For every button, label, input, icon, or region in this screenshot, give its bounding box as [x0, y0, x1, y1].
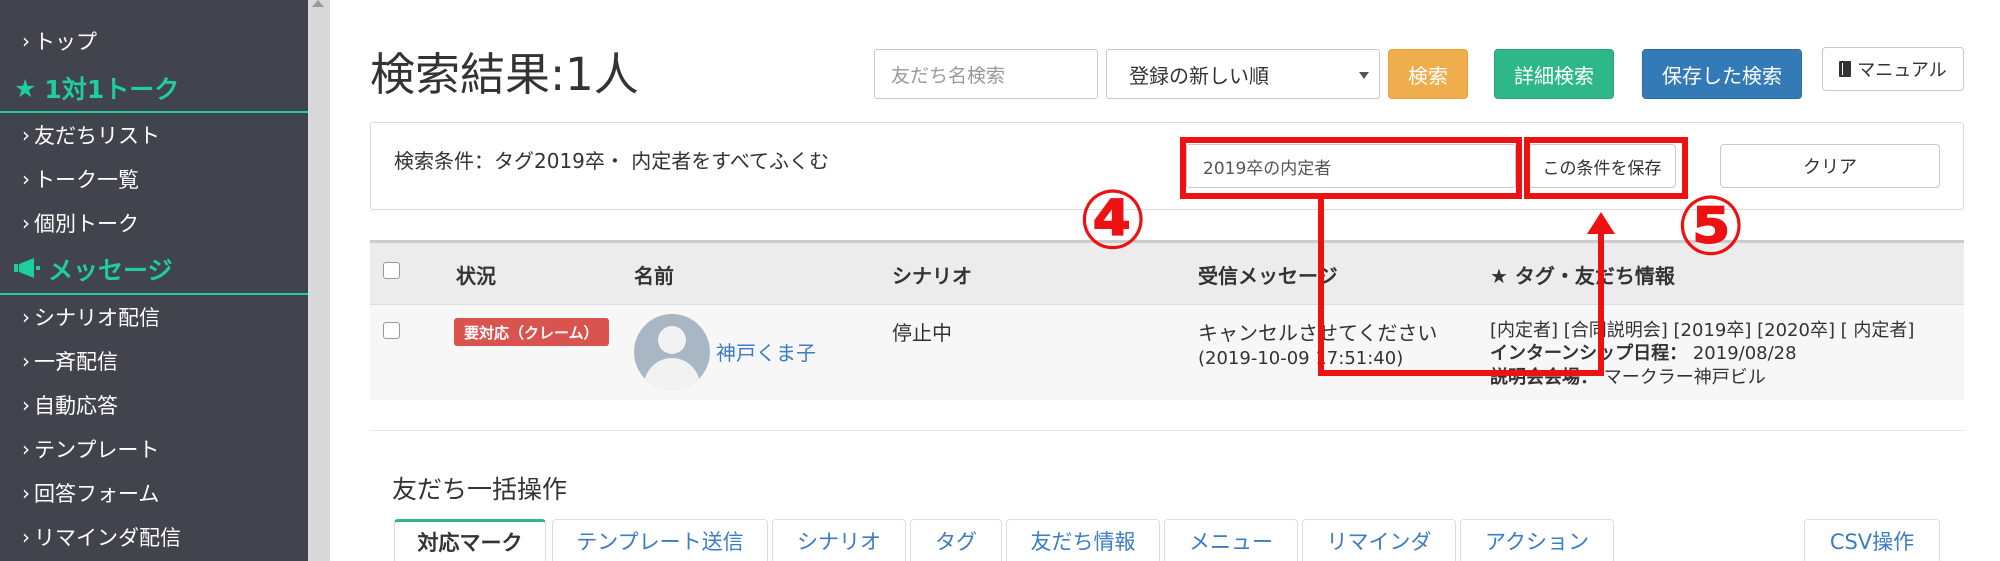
column-header-tags: ★ タグ・友だち情報 — [1490, 264, 1675, 288]
sidebar-item-talk-list[interactable]: › トーク一覧 — [22, 164, 139, 194]
friend-info-venue: 説明会会場： マークラー神戸ビル — [1490, 363, 1766, 389]
chevron-right-icon: › — [22, 29, 30, 53]
row-checkbox[interactable] — [383, 322, 400, 339]
book-icon — [1839, 61, 1852, 77]
tab-action[interactable]: アクション — [1460, 519, 1614, 561]
saved-search-button[interactable]: 保存した検索 — [1642, 49, 1802, 99]
sidebar-item-friends-list[interactable]: › 友だちリスト — [22, 120, 160, 150]
tab-menu[interactable]: メニュー — [1164, 519, 1298, 561]
sidebar-item-label: トーク一覧 — [34, 168, 139, 192]
divider — [370, 430, 1964, 431]
column-header-status: 状況 — [456, 264, 496, 288]
sidebar-item-answer-form[interactable]: › 回答フォーム — [22, 478, 159, 508]
sidebar-section-one-to-one[interactable]: ★ 1対1トーク — [14, 70, 179, 106]
sidebar-divider — [0, 293, 308, 295]
column-header-scenario: シナリオ — [892, 264, 972, 288]
sidebar-item-label: テンプレート — [34, 438, 160, 462]
sidebar-item-broadcast[interactable]: › 一斉配信 — [22, 346, 118, 376]
info-value: マークラー神戸ビル — [1598, 367, 1766, 388]
select-all-checkbox[interactable] — [383, 262, 400, 279]
sort-order-select[interactable]: 登録の新しい順 — [1106, 49, 1380, 99]
received-message-time: (2019-10-09 17:51:40) — [1198, 348, 1404, 369]
sidebar-item-reminder[interactable]: › リマインダ配信 — [22, 522, 181, 552]
chevron-right-icon: › — [22, 437, 30, 461]
tab-tag[interactable]: タグ — [910, 519, 1002, 561]
bulk-actions-title: 友だち一括操作 — [392, 475, 568, 504]
sidebar-item-auto-reply[interactable]: › 自動応答 — [22, 390, 118, 420]
chevron-right-icon: › — [22, 525, 30, 549]
tab-reminder[interactable]: リマインダ — [1302, 519, 1456, 561]
sidebar-item-top[interactable]: › トップ — [22, 26, 97, 56]
annotation-step-4: ④ — [1078, 173, 1148, 268]
sidebar-section-label: メッセージ — [48, 256, 173, 285]
scrollbar[interactable] — [308, 0, 330, 561]
annotation-line — [1318, 370, 1604, 376]
sidebar-item-label: 個別トーク — [34, 212, 139, 236]
chevron-right-icon: › — [22, 167, 30, 191]
tab-scenario[interactable]: シナリオ — [772, 519, 906, 561]
sort-order-value: 登録の新しい順 — [1129, 63, 1269, 88]
chevron-down-icon — [1359, 72, 1369, 79]
annotation-box-condition-name — [1180, 137, 1522, 199]
sidebar-item-label: リマインダ配信 — [34, 526, 181, 550]
search-condition-text: 検索条件：タグ2019卒・ 内定者をすべてふくむ — [394, 149, 830, 173]
chevron-right-icon: › — [22, 349, 30, 373]
avatar-body — [644, 358, 700, 390]
sidebar-section-label: 1対1トーク — [44, 75, 180, 104]
sidebar-item-scenario-delivery[interactable]: › シナリオ配信 — [22, 302, 160, 332]
tab-template-send[interactable]: テンプレート送信 — [552, 519, 768, 561]
friend-info-internship: インターンシップ日程： 2019/08/28 — [1490, 339, 1797, 365]
scenario-status: 停止中 — [892, 321, 952, 345]
search-button[interactable]: 検索 — [1388, 49, 1468, 99]
sidebar-section-message[interactable]: メッセージ — [14, 251, 173, 287]
avatar[interactable] — [634, 314, 710, 390]
clear-button[interactable]: クリア — [1720, 144, 1940, 188]
sidebar-item-label: トップ — [34, 30, 97, 54]
manual-button-label: マニュアル — [1857, 60, 1947, 81]
page-title: 検索結果:1人 — [370, 48, 639, 101]
info-value: 2019/08/28 — [1687, 343, 1797, 364]
friend-name-link[interactable]: 神戸くま子 — [716, 337, 816, 366]
annotation-arrow-up-icon — [1587, 212, 1615, 234]
info-label: インターンシップ日程： — [1490, 343, 1688, 364]
sidebar-item-template[interactable]: › テンプレート — [22, 434, 159, 464]
column-header-name: 名前 — [634, 264, 674, 288]
sidebar-item-label: 一斉配信 — [34, 350, 118, 374]
avatar-head — [658, 326, 686, 354]
sidebar-divider — [0, 111, 308, 113]
manual-button[interactable]: マニュアル — [1822, 47, 1964, 91]
sidebar-item-individual-talk[interactable]: › 個別トーク — [22, 208, 139, 238]
chevron-right-icon: › — [22, 481, 30, 505]
tab-friend-info[interactable]: 友だち情報 — [1006, 519, 1160, 561]
sidebar-item-label: 友だちリスト — [34, 124, 160, 148]
sidebar-item-label: 自動応答 — [34, 394, 118, 418]
annotation-step-5: ⑤ — [1676, 179, 1746, 274]
scroll-up-arrow-icon[interactable] — [312, 0, 324, 7]
sidebar-item-label: シナリオ配信 — [34, 306, 160, 330]
status-badge[interactable]: 要対応（クレーム） — [454, 318, 609, 346]
chevron-right-icon: › — [22, 211, 30, 235]
chevron-right-icon: › — [22, 393, 30, 417]
sidebar: › トップ ★ 1対1トーク › 友だちリスト › トーク一覧 › 個別トーク メッセージ… — [0, 0, 308, 561]
chevron-right-icon: › — [22, 123, 30, 147]
megaphone-icon — [14, 255, 40, 284]
column-header-message: 受信メッセージ — [1198, 264, 1338, 288]
annotation-line — [1318, 196, 1324, 376]
tab-response-mark[interactable]: 対応マーク — [394, 519, 546, 561]
advanced-search-button[interactable]: 詳細検索 — [1494, 49, 1614, 99]
csv-operation-button[interactable]: CSV操作 — [1804, 519, 1940, 561]
star-icon: ★ — [14, 73, 37, 103]
annotation-line — [1598, 234, 1604, 376]
friend-name-search-input[interactable]: 友だち名検索 — [874, 49, 1098, 99]
chevron-right-icon: › — [22, 305, 30, 329]
sidebar-item-label: 回答フォーム — [34, 482, 160, 506]
annotation-box-save-button — [1524, 137, 1688, 199]
